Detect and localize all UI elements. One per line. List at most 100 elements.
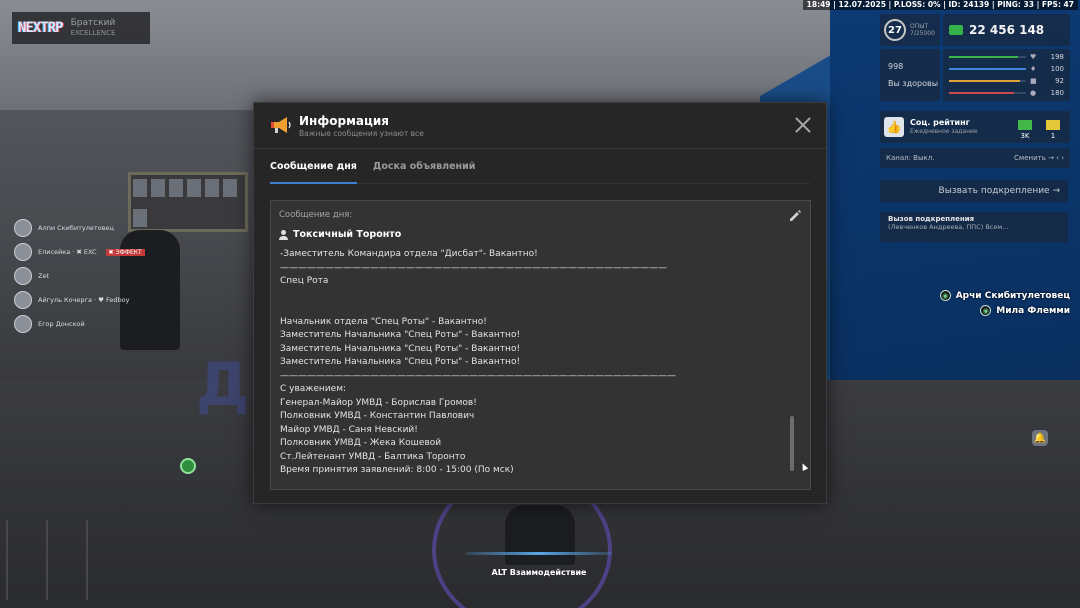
bar-track <box>949 68 1026 71</box>
social-rating[interactable]: 👍 Соц. рейтинг Ежедневное задание 3K 1 <box>880 111 1070 143</box>
reward-chip-money-value: 3K <box>1020 132 1030 140</box>
player-name: Алпи Скибитулетовец <box>38 224 114 232</box>
stat-bar: ♦ 100 <box>949 65 1064 74</box>
logo-mark: NEXTRP <box>18 20 64 36</box>
bar-value: 92 <box>1055 76 1064 85</box>
player-name: Егор Донской <box>38 320 85 328</box>
avatar <box>14 267 32 285</box>
money-display: 22 456 148 <box>943 14 1070 46</box>
money-icon <box>949 25 963 35</box>
dialog-subtitle: Важные сообщения узнают все <box>299 129 424 138</box>
server-logo: NEXTRP Братский EXCELLENCE <box>12 12 150 44</box>
backup-call-title: Вызов подкрепления <box>888 215 975 223</box>
avatar <box>14 219 32 237</box>
message-line: Ст.Лейтенант УМВД - Балтика Торонто <box>280 451 466 462</box>
player-list: Алпи Скибитулетовец Елисейка · ✖ EXC ✖ ЭФФ… <box>14 216 154 336</box>
player-tag: ✖ ЭФФЕКТ <box>105 248 145 256</box>
message-line: ————————————————————————————————————————… <box>280 262 667 273</box>
stat-counter: 998 <box>888 62 904 71</box>
message-box: Сообщение дня: Токсичный Торонто -Замест… <box>270 200 811 490</box>
avatar <box>14 315 32 333</box>
message-line: Заместитель Начальника "Спец Роты" - Вак… <box>280 343 521 354</box>
bar-value: 198 <box>1050 53 1064 62</box>
message-line <box>280 302 780 316</box>
tab-message-of-day[interactable]: Сообщение дня <box>270 158 357 184</box>
player-name: Елисейка · ✖ EXC <box>38 248 97 256</box>
voice-icon: ◉ <box>939 290 951 301</box>
health-status: Вы здоровы <box>888 79 939 88</box>
bar-track <box>949 79 1026 82</box>
level-value: 27 <box>884 19 906 41</box>
bar-value: 100 <box>1050 65 1064 74</box>
stat-bar: ● 180 <box>949 88 1064 97</box>
stat-bars: ♥ 198 ♦ 100 ■ 92 ● 180 <box>943 49 1070 101</box>
level-exp-label: ОПЫТ <box>910 23 929 30</box>
money-value: 22 456 148 <box>969 23 1045 37</box>
cash-icon <box>1018 120 1032 130</box>
bar-value: 180 <box>1050 88 1064 97</box>
server-sub: EXCELLENCE <box>70 29 116 37</box>
bar-symbol-icon: ■ <box>1030 76 1037 85</box>
dialog-title: Информация <box>299 114 389 128</box>
player-row: Алпи Скибитулетовец <box>14 216 154 240</box>
level-indicator: 27 ОПЫТ 7/25000 <box>880 14 940 46</box>
nearby-player-name: Арчи Скибитулетовец <box>955 290 1070 301</box>
bar-symbol-icon: ♦ <box>1030 65 1037 74</box>
message-line: Генерал-Майор УМВД - Борислав Громов! <box>280 397 477 408</box>
user-icon <box>279 229 288 240</box>
bar-symbol-icon: ♥ <box>1030 53 1037 62</box>
author-name: Токсичный Торонто <box>293 229 402 240</box>
hud-panel: 27 ОПЫТ 7/25000 22 456 148 998 Вы здоров… <box>880 14 1070 143</box>
ground-grid <box>6 520 126 600</box>
alt-hint-text: ALT Взаимодействие <box>491 568 587 577</box>
reward-chip-coin-value: 1 <box>1050 132 1056 140</box>
message-line: Заместитель Начальника "Спец Роты" - Вак… <box>280 357 521 367</box>
hint-bar <box>466 552 612 555</box>
bar-fill <box>949 68 1026 71</box>
message-text: -Заместитель Командира отдела "Дисбат"- … <box>280 248 780 478</box>
channel-change[interactable]: Сменить → ‹ › <box>1014 154 1064 162</box>
coin-icon <box>1046 120 1060 130</box>
bar-fill <box>949 56 1019 59</box>
stat-panel: 998 Вы здоровы <box>880 49 940 101</box>
bar-fill <box>949 79 1020 82</box>
bar-fill <box>949 91 1015 94</box>
message-line: ————————————————————————————————————————… <box>280 370 676 381</box>
message-line: Начальник отдела "Спец Роты" - Вакантно! <box>280 316 487 327</box>
nearby-player-name: Мила Флемми <box>996 305 1070 316</box>
channel-label: Канал: Выкл. <box>886 154 935 162</box>
level-exp-value: 7/25000 <box>910 30 935 37</box>
backup-call-sub: (Левченков Андреева, ППС) Всем... <box>888 223 1009 231</box>
tab-notice-board[interactable]: Доска объявлений <box>373 158 475 184</box>
rating-title: Соц. рейтинг <box>910 118 970 127</box>
marker-dot <box>180 458 196 474</box>
floor-letter: Д <box>196 350 250 420</box>
reward-chip-coin: 1 <box>1042 114 1064 140</box>
message-line: -Заместитель Командира отдела "Дисбат"- … <box>280 249 538 259</box>
radio-channel[interactable]: Канал: Выкл. Сменить → ‹ › <box>880 148 1070 168</box>
dialog-header: Информация Важные сообщения узнают все <box>254 103 826 149</box>
edit-pencil-icon[interactable] <box>788 209 802 223</box>
backup-notification[interactable]: Вызов подкрепления (Левченков Андреева, … <box>880 212 1068 446</box>
message-label: Сообщение дня: <box>279 210 353 220</box>
message-line: Время принятия заявлений: 8:00 - 15:00 (… <box>280 465 514 475</box>
message-line: Майор УМВД - Саня Невский! <box>280 424 418 435</box>
call-backup-button[interactable]: Вызвать подкрепление → <box>880 180 1068 202</box>
megaphone-icon <box>271 117 291 133</box>
close-icon[interactable] <box>794 116 812 134</box>
interaction-hint: ALT Взаимодействие <box>466 552 612 592</box>
message-line <box>280 289 780 303</box>
message-line: С уважением: <box>280 384 347 394</box>
player-row: Zet <box>14 264 154 288</box>
message-scrollbar[interactable] <box>790 416 794 471</box>
player-row: Айгуль Кочерга · ♥ Fedboy <box>14 288 154 312</box>
nearby-player: ◉ Арчи Скибитулетовец <box>939 290 1070 301</box>
bell-icon[interactable]: 🔔 <box>1032 430 1048 446</box>
bar-track <box>949 56 1026 59</box>
nearby-player: ◉ Мила Флемми <box>980 305 1070 316</box>
bar-track <box>949 91 1026 94</box>
reward-chip-money: 3K <box>1014 114 1036 140</box>
player-name: Zet <box>38 272 50 280</box>
bar-symbol-icon: ● <box>1030 88 1037 97</box>
stat-bar: ♥ 198 <box>949 53 1064 62</box>
